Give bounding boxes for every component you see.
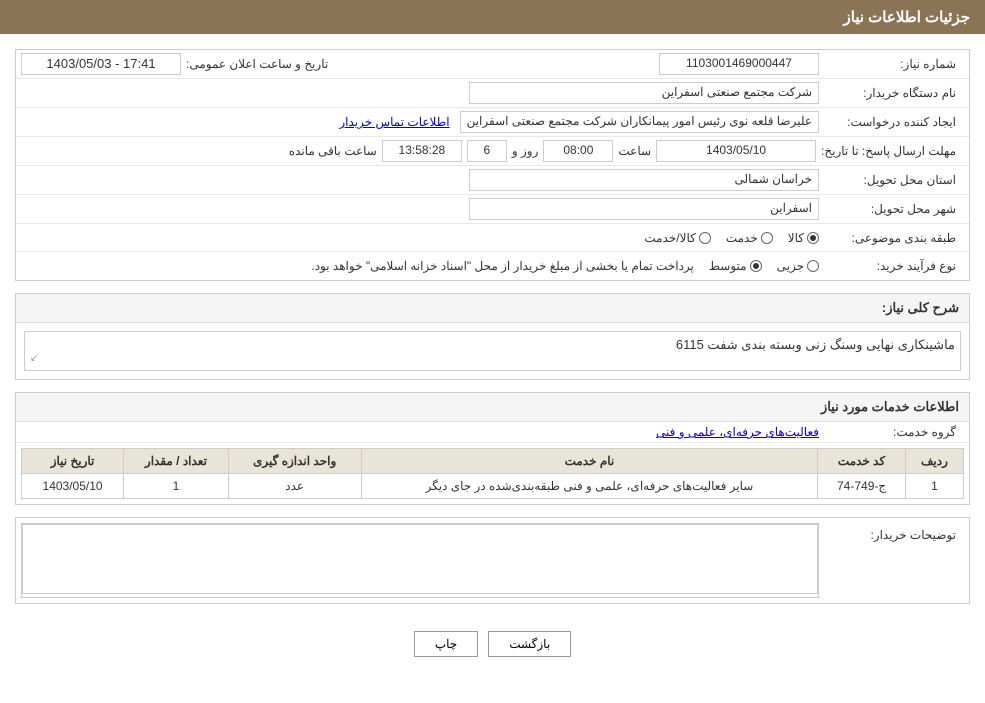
deadline-group: 1403/05/10 ساعت 08:00 روز و 6 13:58:28 س… (21, 140, 816, 162)
buyer-name-label: نام دستگاه خریدار: (824, 86, 964, 100)
need-description-content: ماشینکاری نهایی وسنگ زنی وبسته بندی شفت … (16, 323, 969, 379)
purchase-jozee-option[interactable]: جزیی (777, 259, 819, 273)
announce-date-group: تاریخ و ساعت اعلان عمومی: 1403/05/03 - 1… (21, 53, 336, 75)
category-khedmat-radio[interactable] (761, 232, 773, 244)
buyer-notes-row: توضیحات خریدار: (16, 518, 969, 603)
category-khedmat-option[interactable]: خدمت (726, 231, 773, 245)
cell-quantity: 1 (124, 474, 229, 499)
need-description-value: ماشینکاری نهایی وسنگ زنی وبسته بندی شفت … (676, 337, 955, 352)
back-button[interactable]: بازگشت (488, 631, 571, 657)
deadline-remaining: 13:58:28 (382, 140, 462, 162)
service-group-label: گروه خدمت: (824, 425, 964, 439)
need-description-section: شرح کلی نیاز: ماشینکاری نهایی وسنگ زنی و… (15, 293, 970, 380)
services-section: اطلاعات خدمات مورد نیاز گروه خدمت: فعالی… (15, 392, 970, 505)
cell-row-num: 1 (905, 474, 963, 499)
purchase-motavasset-label: متوسط (709, 259, 747, 273)
city-value: اسفراین (469, 198, 819, 220)
services-table: ردیف کد خدمت نام خدمت واحد اندازه گیری ت… (21, 448, 964, 499)
need-description-box: ماشینکاری نهایی وسنگ زنی وبسته بندی شفت … (24, 331, 961, 371)
buyer-notes-textarea[interactable] (22, 524, 818, 594)
need-description-title: شرح کلی نیاز: (16, 294, 969, 323)
category-kala-khedmat-option[interactable]: کالا/خدمت (644, 231, 710, 245)
service-group-row: گروه خدمت: فعالیت‌های حرفه‌ای، علمی و فن… (16, 422, 969, 443)
province-value: خراسان شمالی (469, 169, 819, 191)
province-label: استان محل تحویل: (824, 173, 964, 187)
services-section-title: اطلاعات خدمات مورد نیاز (16, 393, 969, 422)
category-kala-khedmat-label: کالا/خدمت (644, 231, 695, 245)
purchase-motavasset-option[interactable]: متوسط (709, 259, 762, 273)
col-header-row-num: ردیف (905, 449, 963, 474)
category-khedmat-label: خدمت (726, 231, 758, 245)
buyer-name-row: نام دستگاه خریدار: شرکت مجتمع صنعتی اسفر… (16, 79, 969, 108)
col-header-unit: واحد اندازه گیری (228, 449, 361, 474)
deadline-time: 08:00 (543, 140, 613, 162)
need-number-value-cell: 1103001469000447 (356, 53, 824, 75)
main-info-section: شماره نیاز: 1103001469000447 تاریخ و ساع… (15, 49, 970, 281)
category-kala-radio[interactable] (807, 232, 819, 244)
col-header-name: نام خدمت (361, 449, 818, 474)
purchase-warning: پرداخت تمام یا بخشی از مبلغ خریدار از مح… (311, 259, 694, 273)
col-header-quantity: تعداد / مقدار (124, 449, 229, 474)
category-radio-group: کالا خدمت کالا/خدمت (21, 231, 819, 245)
cell-unit: عدد (228, 474, 361, 499)
deadline-days: 6 (467, 140, 507, 162)
buyer-notes-label: توضیحات خریدار: (824, 523, 964, 542)
col-header-code: کد خدمت (818, 449, 906, 474)
service-group-value[interactable]: فعالیت‌های حرفه‌ای، علمی و فنی (656, 425, 819, 439)
category-label: طبقه بندی موضوعی: (824, 231, 964, 245)
purchase-jozee-radio[interactable] (807, 260, 819, 272)
purchase-type-label: نوع فرآیند خرید: (824, 259, 964, 273)
action-buttons: بازگشت چاپ (15, 616, 970, 672)
purchase-type-row: نوع فرآیند خرید: جزیی متوسط (16, 252, 969, 280)
province-row: استان محل تحویل: خراسان شمالی (16, 166, 969, 195)
table-header-row: ردیف کد خدمت نام خدمت واحد اندازه گیری ت… (22, 449, 964, 474)
buyer-notes-section: توضیحات خریدار: (15, 517, 970, 604)
requester-value: علیرضا قلعه نوی رئیس امور پیمانکاران شرک… (460, 111, 819, 133)
cell-name: سایر فعالیت‌های حرفه‌ای، علمی و فنی طبقه… (361, 474, 818, 499)
services-table-wrapper: ردیف کد خدمت نام خدمت واحد اندازه گیری ت… (16, 443, 969, 504)
page-header: جزئیات اطلاعات نیاز (0, 0, 985, 34)
buyer-name-value: شرکت مجتمع صنعتی اسفراین (469, 82, 819, 104)
deadline-remaining-label: ساعت باقی مانده (289, 144, 377, 158)
deadline-row: مهلت ارسال پاسخ: تا تاریخ: 1403/05/10 سا… (16, 137, 969, 166)
buyer-notes-box (21, 523, 819, 598)
purchase-radio-group: جزیی متوسط (709, 259, 819, 273)
purchase-type-group: جزیی متوسط پرداخت تمام یا بخشی از مبلغ خ… (21, 259, 819, 273)
announce-date-value: 1403/05/03 - 17:41 (21, 53, 181, 75)
purchase-jozee-label: جزیی (777, 259, 804, 273)
deadline-label: مهلت ارسال پاسخ: تا تاریخ: (821, 144, 964, 158)
city-label: شهر محل تحویل: (824, 202, 964, 216)
need-number-value: 1103001469000447 (659, 53, 819, 75)
need-number-label: شماره نیاز: (824, 57, 964, 71)
city-row: شهر محل تحویل: اسفراین (16, 195, 969, 224)
cell-code: ج-749-74 (818, 474, 906, 499)
category-row: طبقه بندی موضوعی: کالا خدمت (16, 224, 969, 252)
category-kala-option[interactable]: کالا (788, 231, 819, 245)
cell-date: 1403/05/10 (22, 474, 124, 499)
col-header-date: تاریخ نیاز (22, 449, 124, 474)
deadline-date: 1403/05/10 (656, 140, 816, 162)
need-number-row: شماره نیاز: 1103001469000447 تاریخ و ساع… (16, 50, 969, 79)
contact-info-link[interactable]: اطلاعات تماس خریدار (339, 115, 449, 129)
deadline-time-label: ساعت (618, 144, 651, 158)
requester-row: ایجاد کننده درخواست: علیرضا قلعه نوی رئی… (16, 108, 969, 137)
category-kala-khedmat-radio[interactable] (699, 232, 711, 244)
announce-date-label: تاریخ و ساعت اعلان عمومی: (186, 57, 336, 71)
page-title: جزئیات اطلاعات نیاز (844, 9, 971, 26)
buyer-name-value-cell: شرکت مجتمع صنعتی اسفراین (21, 82, 824, 104)
print-button[interactable]: چاپ (414, 631, 478, 657)
table-row: 1 ج-749-74 سایر فعالیت‌های حرفه‌ای، علمی… (22, 474, 964, 499)
requester-label: ایجاد کننده درخواست: (824, 115, 964, 129)
requester-value-cell: علیرضا قلعه نوی رئیس امور پیمانکاران شرک… (21, 111, 824, 133)
deadline-day-label: روز و (512, 144, 539, 158)
category-kala-label: کالا (788, 231, 804, 245)
purchase-motavasset-radio[interactable] (750, 260, 762, 272)
